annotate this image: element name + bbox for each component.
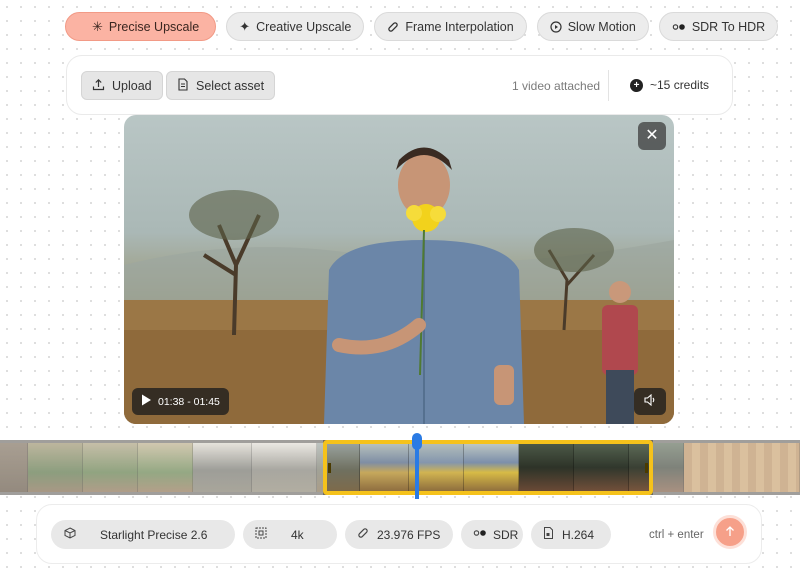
play-circle-icon bbox=[550, 20, 562, 33]
select-asset-button[interactable]: Select asset bbox=[166, 71, 276, 100]
timeline-strip[interactable] bbox=[0, 440, 800, 495]
tab-creative-upscale[interactable]: ✦ Creative Upscale bbox=[226, 12, 365, 41]
cube-icon bbox=[64, 527, 76, 542]
credits-icon: + bbox=[630, 78, 643, 92]
upload-icon bbox=[92, 78, 105, 94]
resolution-label: 4k bbox=[291, 527, 304, 542]
video-preview[interactable]: ✕ 01:38 - 01:45 bbox=[124, 115, 674, 424]
tab-slow-motion[interactable]: Slow Motion bbox=[536, 12, 649, 41]
play-icon bbox=[141, 394, 152, 409]
playhead-handle[interactable] bbox=[412, 433, 422, 450]
tab-frame-interpolation[interactable]: Frame Interpolation bbox=[374, 12, 527, 41]
timeline-unselected-right bbox=[653, 440, 800, 495]
upload-label: Upload bbox=[112, 78, 152, 93]
codec-label: H.264 bbox=[562, 527, 595, 542]
volume-icon bbox=[643, 393, 657, 411]
selection-end-handle[interactable] bbox=[645, 463, 648, 473]
tab-label: SDR To HDR bbox=[691, 19, 766, 34]
play-control[interactable]: 01:38 - 01:45 bbox=[132, 388, 229, 415]
link-icon bbox=[387, 21, 399, 33]
close-video-button[interactable]: ✕ bbox=[638, 122, 666, 150]
close-icon: ✕ bbox=[645, 127, 659, 144]
tab-label: Frame Interpolation bbox=[405, 19, 514, 34]
fps-label: 23.976 FPS bbox=[377, 527, 441, 542]
tab-precise-upscale[interactable]: ✳ Precise Upscale bbox=[65, 12, 217, 41]
dots-toggle-icon bbox=[473, 528, 487, 541]
credits-text: ~15 credits bbox=[650, 78, 710, 92]
resolution-icon bbox=[255, 527, 267, 542]
submit-button[interactable] bbox=[713, 515, 747, 549]
sparkle-asterisk-icon: ✳ bbox=[92, 19, 103, 34]
tab-label: Slow Motion bbox=[567, 19, 636, 34]
model-selector[interactable]: Starlight Precise 2.6 bbox=[51, 520, 235, 549]
input-toolbar: Upload Select asset 1 video attached + ~… bbox=[66, 55, 733, 115]
resolution-selector[interactable]: 4k bbox=[243, 520, 337, 549]
file-icon bbox=[543, 527, 554, 542]
document-icon bbox=[177, 77, 189, 94]
timeline-selection[interactable] bbox=[323, 440, 653, 495]
upload-button[interactable]: Upload bbox=[81, 71, 163, 100]
sparkle-icon: ✦ bbox=[239, 19, 251, 34]
dynamic-range-selector[interactable]: SDR bbox=[461, 520, 523, 549]
arrow-up-icon bbox=[724, 524, 736, 540]
selection-start-handle[interactable] bbox=[328, 463, 331, 473]
link-icon bbox=[357, 527, 369, 542]
shortcut-hint: ctrl + enter bbox=[649, 529, 704, 541]
volume-button[interactable] bbox=[634, 388, 666, 415]
settings-bar: Starlight Precise 2.6 4k 23.976 FPS SDR … bbox=[36, 504, 762, 564]
model-label: Starlight Precise 2.6 bbox=[100, 527, 208, 542]
dots-toggle-icon bbox=[672, 22, 686, 32]
tab-label: Precise Upscale bbox=[108, 19, 200, 34]
dynamic-range-label: SDR bbox=[493, 527, 519, 542]
video-frame-image bbox=[124, 147, 674, 424]
tab-label: Creative Upscale bbox=[256, 19, 352, 34]
attachment-status: 1 video attached bbox=[512, 79, 601, 93]
fps-selector[interactable]: 23.976 FPS bbox=[345, 520, 453, 549]
divider bbox=[608, 70, 609, 101]
select-asset-label: Select asset bbox=[196, 78, 265, 93]
time-range: 01:38 - 01:45 bbox=[158, 395, 220, 408]
tab-sdr-to-hdr[interactable]: SDR To HDR bbox=[658, 12, 779, 41]
timeline-unselected-left bbox=[0, 440, 323, 495]
mode-tabs: ✳ Precise Upscale ✦ Creative Upscale Fra… bbox=[65, 12, 779, 41]
credits-indicator: + ~15 credits bbox=[630, 78, 709, 92]
codec-selector[interactable]: H.264 bbox=[531, 520, 611, 549]
